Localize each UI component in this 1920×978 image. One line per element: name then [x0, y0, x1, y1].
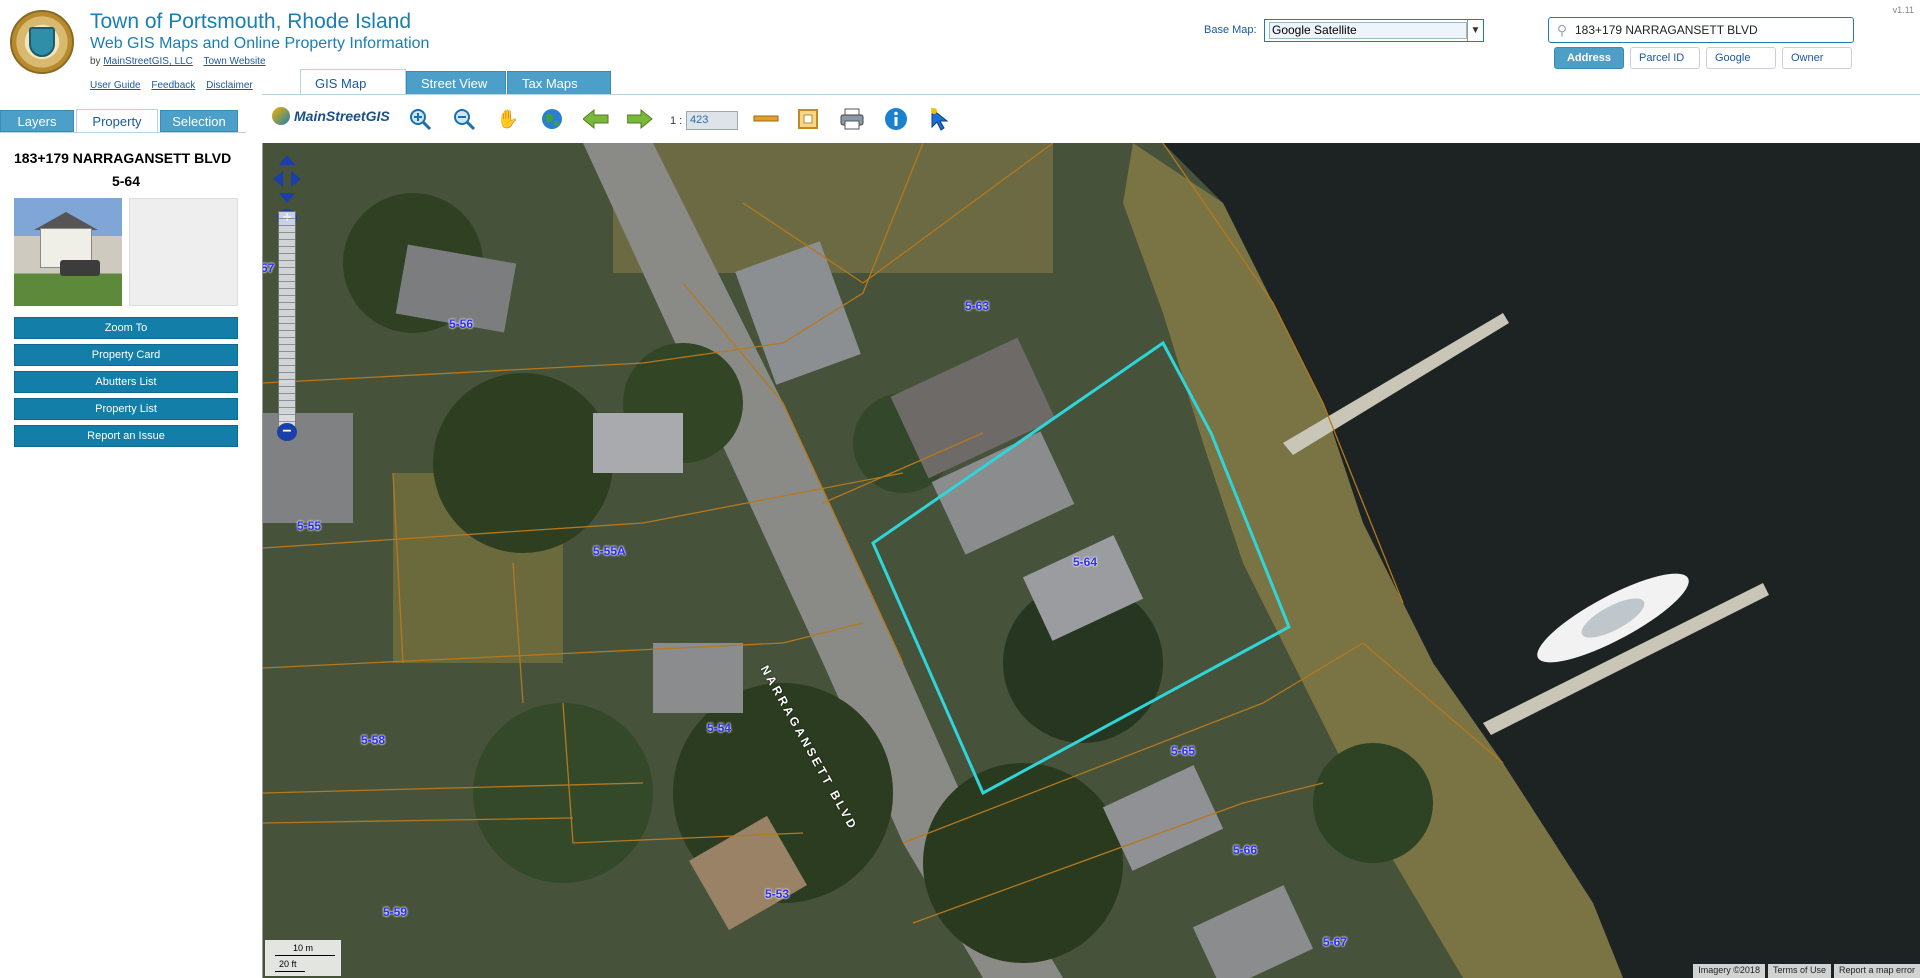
lot-label[interactable]: 5-56 [449, 317, 473, 331]
map-view[interactable]: NARRAGANSETT BLVD 5-56 5-63 5-55 5-55A 5… [262, 143, 1920, 978]
measure-icon[interactable] [752, 105, 780, 133]
map-toolbar: MainStreetGIS ✋ 1 : 423 [262, 94, 1920, 143]
property-list-button[interactable]: Property List [14, 398, 238, 420]
scale-metric: 10 m [293, 943, 314, 953]
property-parcel-id: 5-64 [111, 173, 141, 189]
company-link[interactable]: MainStreetGIS, LLC [103, 56, 192, 67]
lot-label-selected[interactable]: 5-64 [1073, 555, 1097, 569]
property-address: 183+179 NARRAGANSETT BLVD [14, 150, 232, 166]
town-seal-logo [10, 10, 74, 74]
search-mode-google[interactable]: Google [1706, 47, 1776, 69]
report-map-error-link[interactable]: Report a map error [1833, 964, 1920, 978]
basemap-label: Base Map: [1204, 24, 1257, 36]
byline: by MainStreetGIS, LLC Town Website [90, 56, 274, 67]
page-subtitle: Web GIS Maps and Online Property Informa… [90, 35, 430, 52]
pan-control[interactable] [271, 153, 301, 203]
lot-label[interactable]: 5-58 [361, 733, 385, 747]
panel-tab-layers[interactable]: Layers [0, 110, 74, 132]
scale-bar: 10 m 20 ft [265, 940, 341, 976]
lot-label[interactable]: 5-67 [1323, 935, 1347, 949]
abutters-list-button[interactable]: Abutters List [14, 371, 238, 393]
panel-tab-selection[interactable]: Selection [160, 110, 238, 132]
identify-pointer-icon[interactable] [926, 105, 954, 133]
imagery-credit: Imagery ©2018 [1693, 964, 1765, 978]
print-icon[interactable] [838, 105, 866, 133]
select-box-icon[interactable] [794, 105, 822, 133]
search-value: 183+179 NARRAGANSETT BLVD [1575, 23, 1758, 37]
pan-up-icon[interactable] [279, 155, 295, 165]
pan-left-icon[interactable] [273, 171, 283, 187]
lot-label[interactable]: 5-53 [765, 887, 789, 901]
lot-label[interactable]: 5-55A [593, 544, 626, 558]
pan-down-icon[interactable] [279, 193, 295, 203]
forward-arrow-icon[interactable] [626, 105, 654, 133]
search-mode-address[interactable]: Address [1554, 47, 1624, 69]
globe-icon[interactable] [538, 105, 566, 133]
lot-label[interactable]: 5-55 [297, 519, 321, 533]
zoom-slider[interactable] [278, 211, 296, 435]
page-title: Town of Portsmouth, Rhode Island [90, 10, 412, 33]
tab-gis-map[interactable]: GIS Map [300, 69, 406, 96]
lot-label[interactable]: 5-59 [383, 905, 407, 919]
property-card-button[interactable]: Property Card [14, 344, 238, 366]
zoom-out-icon[interactable] [450, 105, 478, 133]
property-photo[interactable] [14, 198, 122, 306]
scale-prefix: 1 : [670, 115, 683, 127]
mainstreetgis-logo: MainStreetGIS [272, 107, 390, 125]
version-label: v1.11 [1892, 5, 1914, 15]
chevron-down-icon[interactable]: ▼ [1467, 20, 1483, 41]
user-guide-link[interactable]: User Guide [90, 80, 141, 91]
search-input[interactable]: ⚲ 183+179 NARRAGANSETT BLVD [1548, 17, 1854, 43]
info-icon[interactable] [882, 105, 910, 133]
scale-input[interactable]: 423 [686, 111, 738, 130]
zoom-to-button[interactable]: Zoom To [14, 317, 238, 339]
disclaimer-link[interactable]: Disclaimer [206, 80, 253, 91]
basemap-select[interactable]: Google Satellite ▼ [1264, 19, 1484, 42]
property-sketch-placeholder [129, 198, 238, 306]
lot-label[interactable]: 57 [263, 261, 274, 275]
lot-label[interactable]: 5-66 [1233, 843, 1257, 857]
lot-label[interactable]: 5-54 [707, 721, 731, 735]
zoom-minus-icon[interactable]: − [277, 423, 297, 441]
search-mode-parcel-id[interactable]: Parcel ID [1630, 47, 1700, 69]
zoom-in-icon[interactable] [406, 105, 434, 133]
terms-of-use-link[interactable]: Terms of Use [1767, 964, 1831, 978]
left-panel: Layers Property Selection 183+179 NARRAG… [0, 94, 246, 978]
search-mode-owner[interactable]: Owner [1782, 47, 1852, 69]
feedback-link[interactable]: Feedback [151, 80, 195, 91]
scale-imperial: 20 ft [279, 959, 297, 969]
lot-label[interactable]: 5-65 [1171, 744, 1195, 758]
basemap-value: Google Satellite [1269, 22, 1467, 39]
tab-divider [0, 132, 246, 133]
pan-right-icon[interactable] [291, 171, 301, 187]
map-attribution: Imagery ©2018 Terms of Use Report a map … [1690, 964, 1920, 978]
town-website-link[interactable]: Town Website [203, 56, 265, 67]
report-issue-button[interactable]: Report an Issue [14, 425, 238, 447]
lot-label[interactable]: 5-63 [965, 299, 989, 313]
header: Town of Portsmouth, Rhode Island Web GIS… [0, 0, 1920, 96]
tab-street-view[interactable]: Street View [406, 71, 506, 95]
back-arrow-icon[interactable] [582, 105, 610, 133]
byline-prefix: by [90, 56, 101, 67]
search-icon: ⚲ [1556, 21, 1568, 38]
panel-tab-property[interactable]: Property [76, 109, 158, 133]
tab-tax-maps[interactable]: Tax Maps [507, 71, 611, 95]
help-links: User Guide Feedback Disclaimer [90, 80, 261, 91]
pan-hand-icon[interactable]: ✋ [494, 105, 522, 133]
